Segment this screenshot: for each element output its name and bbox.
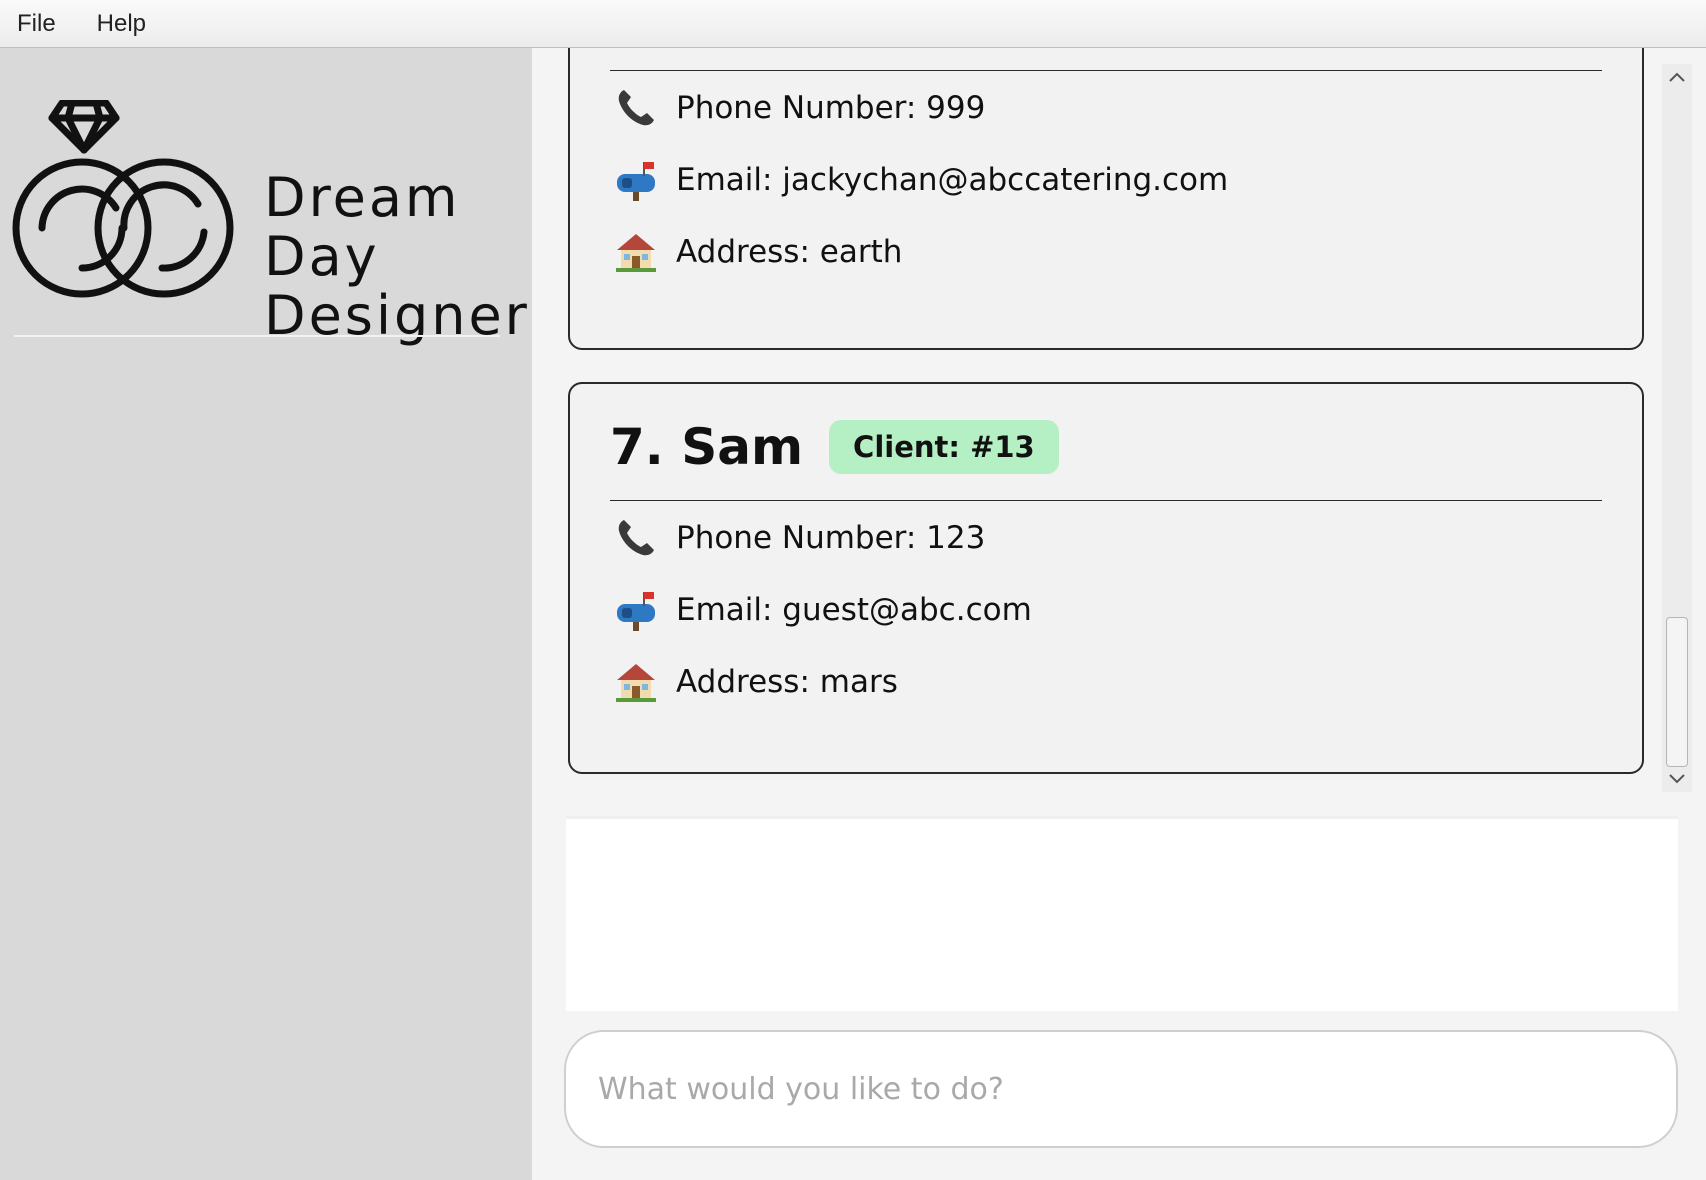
phone-text: Phone Number: 123	[676, 520, 986, 556]
email-row: Email: guest@abc.com	[614, 588, 1032, 632]
address-row: Address: mars	[614, 660, 898, 704]
scroll-thumb[interactable]	[1666, 617, 1688, 767]
contact-list-scrollbar[interactable]	[1662, 64, 1692, 792]
card-divider	[610, 500, 1602, 501]
card-header: 7. Sam Client: #13	[610, 418, 1059, 476]
command-input[interactable]	[596, 1060, 1640, 1118]
wedding-rings-icon	[12, 100, 234, 298]
phone-row: Phone Number: 999	[614, 86, 985, 130]
contact-card[interactable]: 7. Sam Client: #13 Phone Number: 123 Ema…	[568, 382, 1644, 774]
address-text: Address: earth	[676, 234, 903, 270]
contact-list[interactable]: Phone Number: 999 Email: jackychan@abcca…	[532, 48, 1662, 792]
address-text: Address: mars	[676, 664, 898, 700]
house-icon	[614, 230, 658, 274]
address-row: Address: earth	[614, 230, 902, 274]
scroll-down-icon[interactable]	[1666, 768, 1688, 790]
sidebar: Dream Day Designer	[0, 48, 532, 1180]
phone-icon	[614, 86, 658, 130]
card-divider	[610, 70, 1602, 71]
menu-help[interactable]: Help	[76, 10, 166, 38]
app-title: Dream Day Designer	[264, 168, 530, 345]
email-text: Email: jackychan@abccatering.com	[676, 162, 1229, 198]
client-tag: Client: #13	[829, 420, 1059, 474]
result-display	[566, 816, 1678, 1011]
contact-name: 7. Sam	[610, 418, 804, 476]
menu-file[interactable]: File	[0, 10, 76, 38]
phone-icon	[614, 516, 658, 560]
scroll-up-icon[interactable]	[1666, 66, 1688, 88]
phone-text: Phone Number: 999	[676, 90, 986, 126]
app-title-line-1: Dream	[264, 166, 461, 229]
sidebar-divider	[14, 335, 500, 337]
contact-card[interactable]: Phone Number: 999 Email: jackychan@abcca…	[568, 48, 1644, 350]
menu-bar: File Help	[0, 0, 1706, 48]
mailbox-icon	[614, 158, 658, 202]
app-title-line-2: Day	[264, 225, 380, 288]
house-icon	[614, 660, 658, 704]
mailbox-icon	[614, 588, 658, 632]
command-box[interactable]	[564, 1030, 1678, 1148]
app-logo: Dream Day Designer	[12, 100, 527, 350]
email-text: Email: guest@abc.com	[676, 592, 1032, 628]
phone-row: Phone Number: 123	[614, 516, 985, 560]
main-panel: Phone Number: 999 Email: jackychan@abcca…	[532, 48, 1706, 1180]
email-row: Email: jackychan@abccatering.com	[614, 158, 1228, 202]
